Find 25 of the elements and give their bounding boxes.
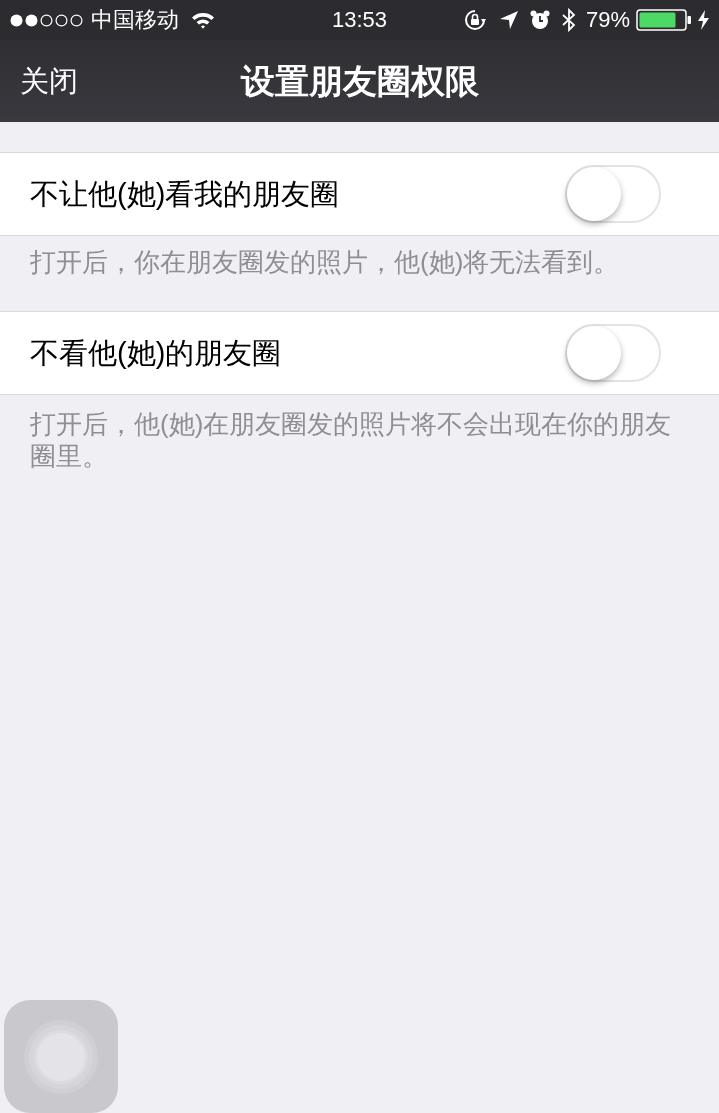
battery-icon [636,9,692,31]
toggle-switch[interactable] [565,165,661,223]
wifi-icon [191,11,215,29]
charging-bolt-icon [698,10,709,30]
clock-time: 13:53 [331,9,388,31]
setting-label: 不看他(她)的朋友圈 [30,338,282,368]
page-title: 设置朋友圈权限 [240,64,479,98]
setting-description: 打开后，他(她)在朋友圈发的照片将不会出现在你的朋友圈里。 [29,408,673,473]
signal-dot-icon [70,13,83,27]
location-arrow-icon [499,11,518,29]
assistive-touch-button[interactable] [4,1000,118,1113]
bluetooth-icon [561,8,576,32]
carrier-name: 中国移动 [91,9,179,31]
battery-percent: 79% [585,9,630,31]
rotation-lock-icon [463,9,486,31]
setting-label: 不让他(她)看我的朋友圈 [30,179,340,209]
ring-icon [23,1018,99,1095]
toggle-switch[interactable] [565,324,661,382]
setting-description: 打开后，你在朋友圈发的照片，他(她)将无法看到。 [29,246,621,279]
close-button[interactable]: 关闭 [20,66,78,96]
signal-dot-icon [10,13,23,27]
signal-dot-icon [40,13,53,27]
signal-dot-icon [25,13,38,27]
alarm-clock-icon [529,10,550,30]
signal-dot-icon [55,13,68,27]
